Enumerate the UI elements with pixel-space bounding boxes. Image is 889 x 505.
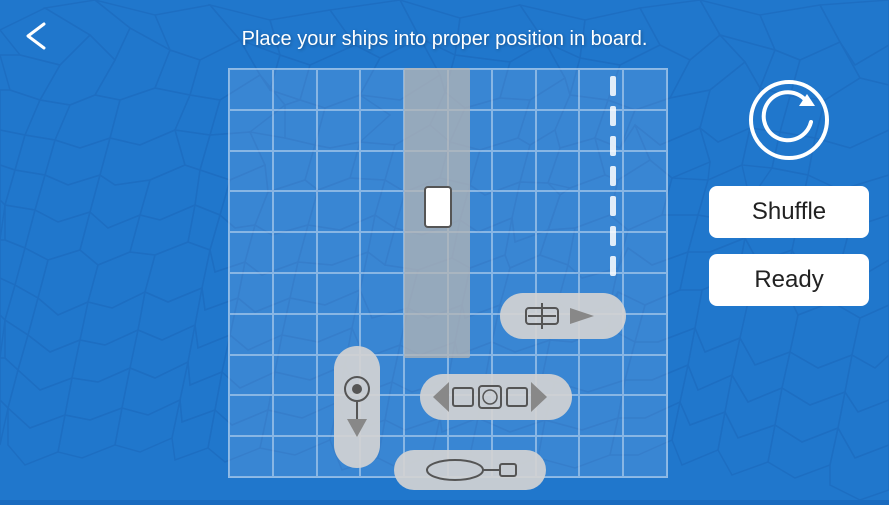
grid-cell[interactable]	[229, 69, 273, 110]
main-content: Place your ships into proper position in…	[0, 0, 889, 500]
grid-cell[interactable]	[273, 232, 317, 273]
grid-cell[interactable]	[229, 232, 273, 273]
grid-cell[interactable]	[229, 110, 273, 151]
grid-cell[interactable]	[536, 232, 580, 273]
grid-cell[interactable]	[492, 232, 536, 273]
road-dash	[610, 256, 616, 276]
instruction-text: Place your ships into proper position in…	[242, 28, 648, 51]
grid-cell[interactable]	[623, 395, 667, 436]
grid-cell[interactable]	[492, 69, 536, 110]
grid-cell[interactable]	[623, 355, 667, 396]
grid-cell[interactable]	[273, 69, 317, 110]
road-dash	[610, 226, 616, 246]
grid-cell[interactable]	[536, 69, 580, 110]
grid-cell[interactable]	[229, 191, 273, 232]
controls-panel: Shuffle Ready	[709, 80, 869, 306]
rotate-button[interactable]	[749, 80, 829, 160]
grid-cell[interactable]	[579, 395, 623, 436]
grid-cell[interactable]	[492, 151, 536, 192]
grid-cell[interactable]	[273, 355, 317, 396]
grid-cell[interactable]	[317, 191, 361, 232]
road-dash	[610, 196, 616, 216]
road-dashes	[610, 76, 616, 276]
grid-cell[interactable]	[229, 436, 273, 477]
grid-cell[interactable]	[536, 151, 580, 192]
grid-cell[interactable]	[623, 110, 667, 151]
grid-cell[interactable]	[536, 110, 580, 151]
grid-cell[interactable]	[579, 232, 623, 273]
grid-cell[interactable]	[579, 151, 623, 192]
grid-cell[interactable]	[623, 232, 667, 273]
grid-cell[interactable]	[623, 69, 667, 110]
ship-2[interactable]	[500, 293, 626, 339]
grid-cell[interactable]	[273, 110, 317, 151]
grid-cell[interactable]	[623, 314, 667, 355]
grid-cell[interactable]	[579, 436, 623, 477]
grid-cell[interactable]	[273, 191, 317, 232]
grid-cell[interactable]	[317, 273, 361, 314]
grid-cell[interactable]	[229, 273, 273, 314]
grid-cell[interactable]	[229, 151, 273, 192]
grid-cell[interactable]	[536, 191, 580, 232]
grid-cell[interactable]	[492, 110, 536, 151]
grid-cell[interactable]	[360, 273, 404, 314]
shuffle-button[interactable]: Shuffle	[709, 186, 869, 238]
grid-cell[interactable]	[623, 436, 667, 477]
grid-cell[interactable]	[360, 191, 404, 232]
grid-cell[interactable]	[579, 355, 623, 396]
grid-cell[interactable]	[492, 191, 536, 232]
ship-5[interactable]	[394, 450, 546, 490]
grid-cell[interactable]	[273, 395, 317, 436]
ship-1[interactable]	[424, 186, 452, 228]
grid-cell[interactable]	[579, 191, 623, 232]
grid-cell[interactable]	[317, 110, 361, 151]
grid-cell[interactable]	[579, 110, 623, 151]
grid-cell[interactable]	[273, 273, 317, 314]
grid-cell[interactable]	[623, 273, 667, 314]
grid-cell[interactable]	[317, 69, 361, 110]
grid-cell[interactable]	[317, 232, 361, 273]
road-dash	[610, 106, 616, 126]
grid-cell[interactable]	[623, 191, 667, 232]
grid-cell[interactable]	[273, 436, 317, 477]
road-dash	[610, 166, 616, 186]
ship-3[interactable]	[334, 346, 380, 468]
grid-cell[interactable]	[360, 151, 404, 192]
grid-cell[interactable]	[360, 69, 404, 110]
game-board	[228, 68, 668, 478]
grid-cell[interactable]	[360, 232, 404, 273]
road-dash	[610, 136, 616, 156]
grid-cell[interactable]	[579, 69, 623, 110]
grid-cell[interactable]	[317, 151, 361, 192]
grid-cell[interactable]	[623, 151, 667, 192]
grid-cell[interactable]	[229, 355, 273, 396]
ship-4[interactable]	[420, 374, 572, 420]
grid-cell[interactable]	[360, 110, 404, 151]
grid-cell[interactable]	[273, 314, 317, 355]
back-button[interactable]	[18, 18, 54, 54]
grid-cell[interactable]	[273, 151, 317, 192]
road-dash	[610, 76, 616, 96]
grid-cell[interactable]	[229, 395, 273, 436]
ready-button[interactable]: Ready	[709, 254, 869, 306]
grid-cell[interactable]	[229, 314, 273, 355]
